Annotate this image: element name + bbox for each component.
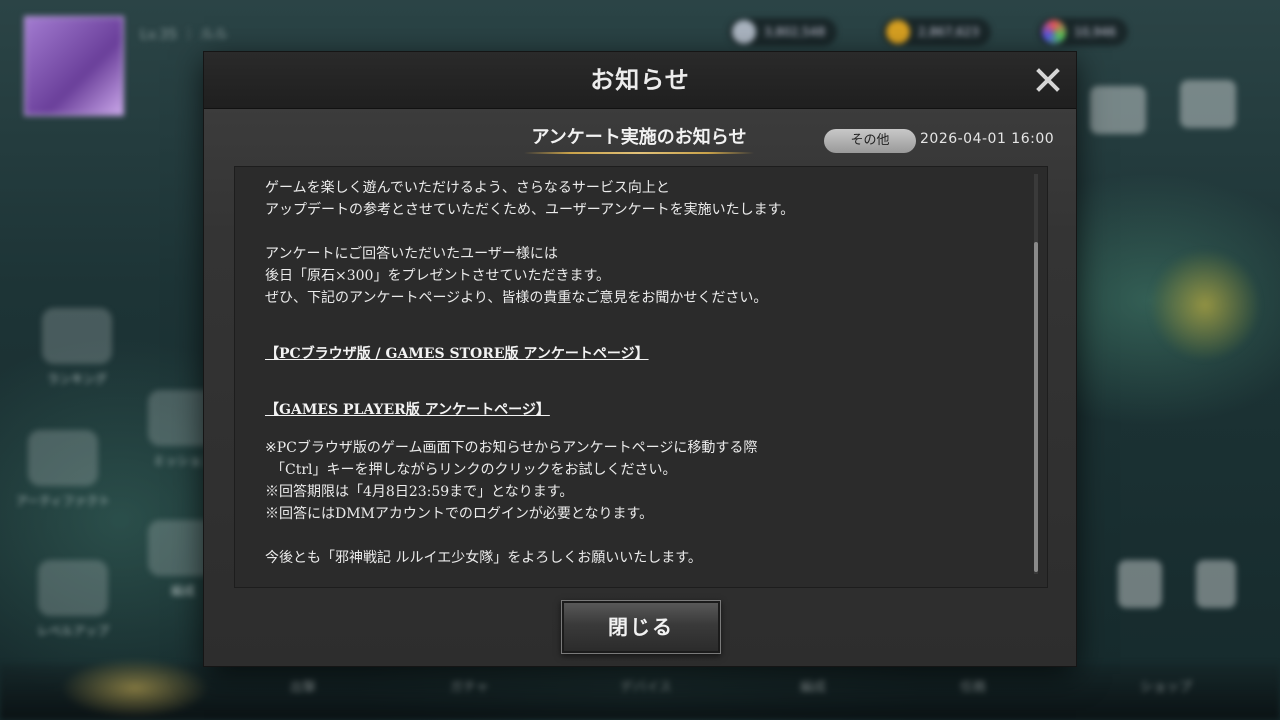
bottom-tab: デバイス [620,680,672,695]
heading-underline [524,152,754,154]
side-menu-item: ランキング [22,308,132,387]
body-line: ゲームを楽しく遊んでいただけるよう、さらなるサービス向上と [265,180,670,196]
scrollbar-thumb[interactable] [1034,242,1038,572]
notice-body: ゲームを楽しく遊んでいただけるよう、さらなるサービス向上と アップデートの参考と… [235,167,1035,569]
bottom-tab: ガチャ [450,680,489,695]
close-icon[interactable] [1034,66,1062,94]
side-menu-item: アーティファクト [8,430,118,509]
survey-link-pc[interactable]: 【PCブラウザ版 / GAMES STORE版 アンケートページ】 [265,343,649,365]
body-line: 後日「原石×300」をプレゼントさせていただきます。 [265,268,611,284]
category-badge: その他 [824,129,916,153]
player-avatar [24,16,124,116]
currency-pill-2: 2,867,623 [882,18,992,46]
body-line: アップデートの参考とさせていただくため、ユーザーアンケートを実施いたします。 [265,202,795,218]
notice-content-panel[interactable]: ゲームを楽しく遊んでいただけるよう、さらなるサービス向上と アップデートの参考と… [234,166,1048,588]
note-line: ※回答にはDMMアカウントでのログインが必要となります。 [265,506,654,522]
currency-value: 3,802,548 [764,25,826,39]
coin-icon [886,20,910,44]
currency-value: 10,946 [1074,25,1116,39]
note-line: ※PCブラウザ版のゲーム画面下のお知らせからアンケートページに移動する際 [265,440,758,456]
menu-icon [1196,560,1236,608]
note-line: 「Ctrl」キーを押しながらリンクのクリックをお試しください。 [271,462,677,478]
note-line: ※回答期限は「4月8日23:59まで」となります。 [265,484,574,500]
currency-pill-1: 3,802,548 [728,18,838,46]
notice-dialog: お知らせ アンケート実施のお知らせ その他 2026-04-01 16:00 ゲ… [204,52,1076,666]
bottom-tab: 編成 [800,680,827,695]
side-menu-item: レベルアップ [18,560,128,639]
bottom-tab: 任務 [960,680,987,695]
menu-icon [1090,86,1146,134]
notice-date: 2026-04-01 16:00 [920,131,1055,147]
dialog-header: お知らせ [204,52,1076,109]
closing-line: 今後とも「邪神戦記 ルルイエ少女隊」をよろしくお願いいたします。 [265,550,702,566]
survey-link-player[interactable]: 【GAMES PLAYER版 アンケートページ】 [265,399,550,421]
gem-icon [732,20,756,44]
dialog-title: お知らせ [590,65,690,94]
menu-icon [1118,560,1162,608]
body-line: アンケートにご回答いただいたユーザー様には [265,246,558,262]
bottom-tab: 出撃 [290,680,317,695]
player-level: Lv.35 ｜ ルル [140,27,229,43]
currency-value: 2,867,623 [918,25,980,39]
guild-emblem [1150,250,1260,360]
currency-pill-3: 10,946 [1038,18,1128,46]
gem-icon [1042,20,1066,44]
bottom-tab: ショップ [1140,680,1193,695]
close-button[interactable]: 閉じる [561,600,721,654]
home-tab-glow [60,658,210,718]
menu-icon [1180,80,1236,128]
body-line: ぜひ、下記のアンケートページより、皆様の貴重なご意見をお聞かせください。 [265,290,768,306]
